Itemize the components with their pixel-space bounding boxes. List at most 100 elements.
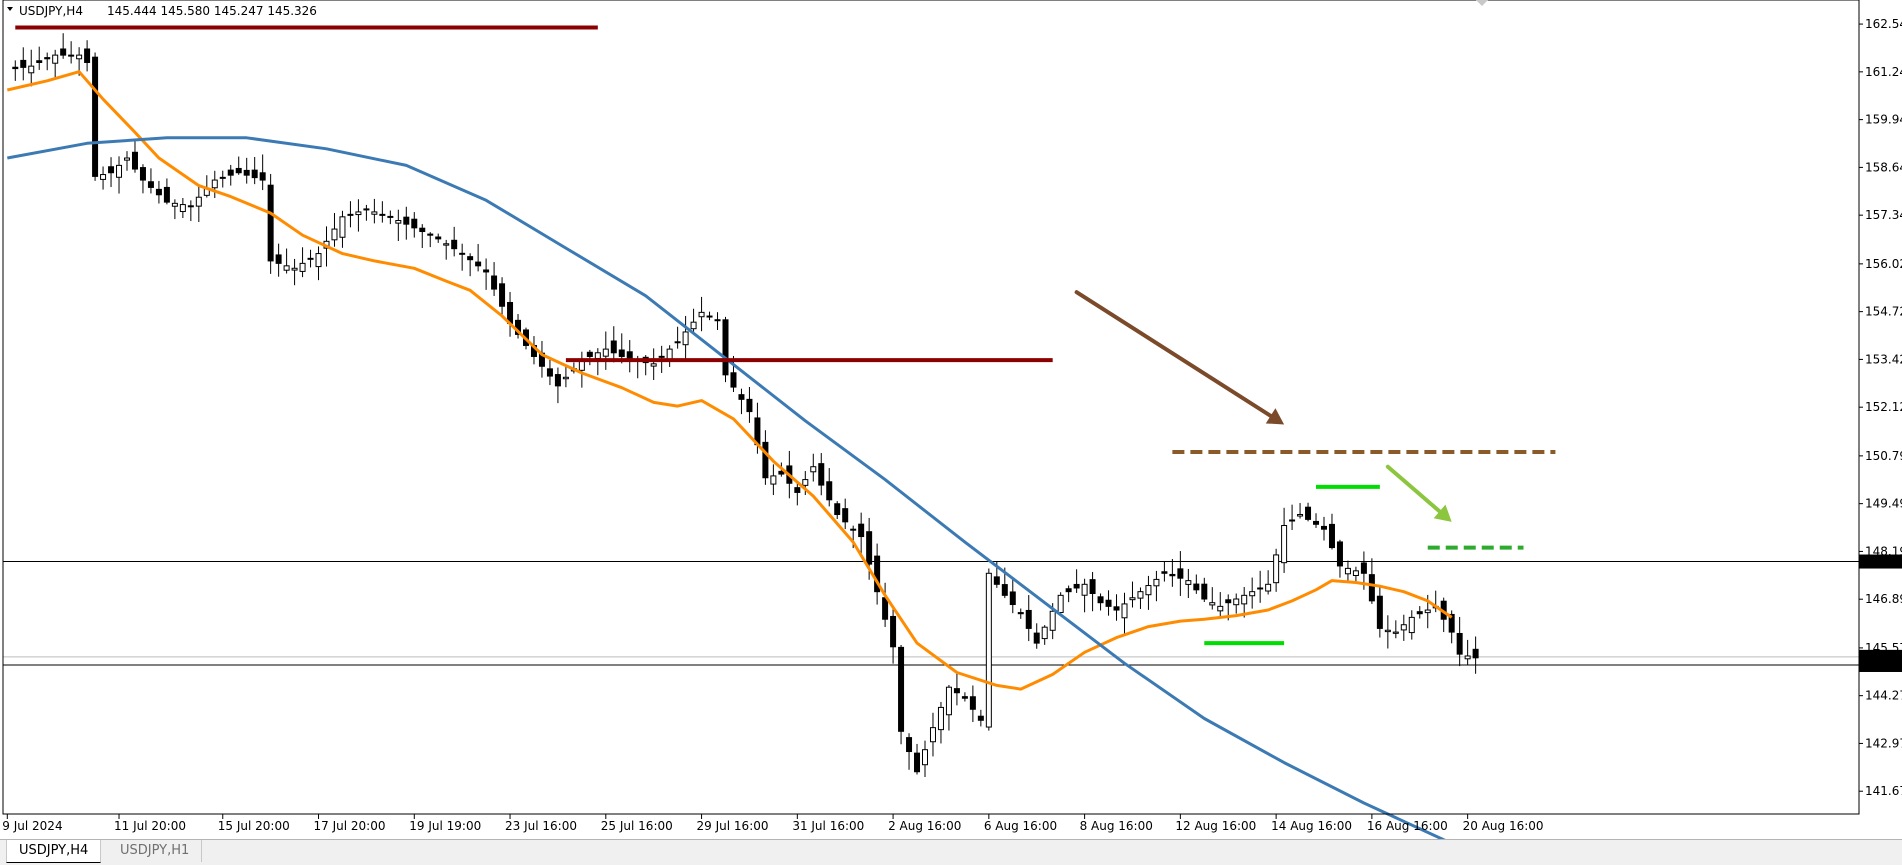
candle — [92, 52, 99, 181]
bull-candle-body — [698, 311, 705, 318]
y-tick-label: 153.420 — [1865, 352, 1902, 366]
time-axis: 9 Jul 2024 11 Jul 20:00 15 Jul 20:00 17 Jul… — [2, 814, 1544, 833]
bear-candle-body — [403, 216, 410, 225]
bear-candle-body — [1225, 599, 1232, 604]
candle — [1153, 570, 1160, 602]
bear-candle-body — [451, 239, 458, 250]
candle — [283, 248, 290, 274]
candle — [1321, 516, 1327, 541]
candle — [259, 154, 266, 191]
bull-candle-body — [810, 466, 817, 473]
candle — [12, 60, 19, 81]
candle — [195, 186, 202, 222]
bull-candle-body — [347, 213, 354, 216]
plot-border — [2, 0, 1860, 815]
bear-candle-body — [1193, 583, 1200, 591]
candle — [969, 685, 976, 723]
bear-candle-body — [1065, 588, 1072, 593]
bear-candle-body — [1097, 596, 1104, 604]
bear-candle-body — [411, 218, 418, 229]
bull-candle-body — [1273, 554, 1280, 584]
bear-candle-body — [1313, 520, 1320, 525]
bear-candle-body — [363, 208, 370, 211]
candle — [267, 173, 274, 274]
candle — [1305, 502, 1312, 522]
collapse-triangle-icon[interactable] — [7, 7, 13, 11]
bear-candle-body — [866, 531, 873, 565]
bear-candle-body — [1025, 609, 1032, 629]
bear-candle-body — [275, 254, 282, 264]
bear-candle-body — [1017, 612, 1024, 615]
x-tick-label: 6 Aug 16:00 — [984, 819, 1057, 833]
bear-candle-body — [483, 269, 490, 273]
candle — [427, 232, 434, 248]
x-tick-label: 19 Jul 19:00 — [409, 819, 481, 833]
bear-candle-body — [722, 319, 729, 376]
candle — [1089, 571, 1096, 612]
bull-candle-body — [1145, 585, 1152, 596]
candle — [483, 258, 490, 290]
bull-candle-body — [945, 686, 952, 716]
bear-candle-body — [961, 696, 968, 699]
x-tick-label: 20 Aug 16:00 — [1463, 819, 1544, 833]
candle — [507, 291, 514, 337]
bull-candle-body — [1289, 519, 1296, 522]
x-tick-label: 16 Aug 16:00 — [1367, 819, 1448, 833]
bear-candle-body — [491, 275, 498, 290]
bear-candle-body — [219, 176, 226, 179]
bear-candle-body — [993, 576, 1000, 585]
bear-candle-body — [1201, 583, 1208, 600]
candle — [299, 247, 306, 278]
candle — [315, 246, 322, 281]
candle — [1009, 578, 1016, 614]
bear-candle-body — [1416, 611, 1423, 615]
bear-candle-body — [858, 523, 865, 538]
bear-candle-body — [60, 48, 67, 56]
candle — [874, 543, 881, 605]
candle — [467, 253, 474, 277]
candle — [898, 645, 905, 745]
bull-candle-body — [187, 205, 194, 208]
candle — [291, 258, 298, 286]
y-tick-label: 144.270 — [1865, 689, 1902, 703]
bear-candle-body — [890, 615, 897, 648]
bear-candle-body — [267, 184, 274, 262]
candle — [1113, 594, 1120, 621]
candle — [1177, 551, 1184, 596]
bull-candle-body — [195, 196, 202, 207]
candle — [371, 198, 378, 224]
candlestick-chart[interactable]: 162.545 161.245 159.945 158.645 157.345 156.0… — [0, 0, 1902, 864]
bear-candle-body — [12, 66, 19, 70]
tab-usdjpy-h4[interactable]: USDJPY,H4 — [6, 840, 102, 863]
candle — [937, 701, 944, 744]
candle — [1161, 561, 1168, 582]
bull-candle-body — [562, 376, 569, 380]
bear-candle-body — [427, 233, 434, 236]
candle — [491, 262, 498, 296]
y-tick-label: 158.645 — [1865, 160, 1902, 174]
candle — [762, 430, 769, 485]
arrow-1 — [1074, 290, 1285, 425]
bear-candle-body — [1368, 574, 1375, 602]
x-tick-label: 14 Aug 16:00 — [1271, 819, 1352, 833]
bull-candle-body — [1153, 578, 1160, 587]
bull-candle-body — [1257, 587, 1264, 590]
bull-candle-body — [1384, 629, 1391, 633]
tab-usdjpy-h1[interactable]: USDJPY,H1 — [108, 840, 203, 862]
bull-candle-body — [1464, 655, 1471, 660]
candle — [395, 209, 402, 241]
candle — [1201, 577, 1208, 602]
candle — [60, 33, 67, 59]
candle — [1233, 593, 1240, 614]
drawn-objects[interactable] — [15, 25, 1556, 646]
candle — [722, 316, 729, 383]
bull-candle-body — [52, 54, 59, 64]
y-tick-label: 149.495 — [1865, 497, 1902, 511]
bear-candle-body — [147, 181, 154, 188]
bull-candle-body — [331, 228, 338, 241]
candle — [443, 239, 450, 260]
x-tick-label: 25 Jul 16:00 — [601, 819, 673, 833]
bear-candle-body — [914, 752, 921, 773]
candle — [1289, 504, 1296, 530]
candle — [1065, 585, 1072, 603]
